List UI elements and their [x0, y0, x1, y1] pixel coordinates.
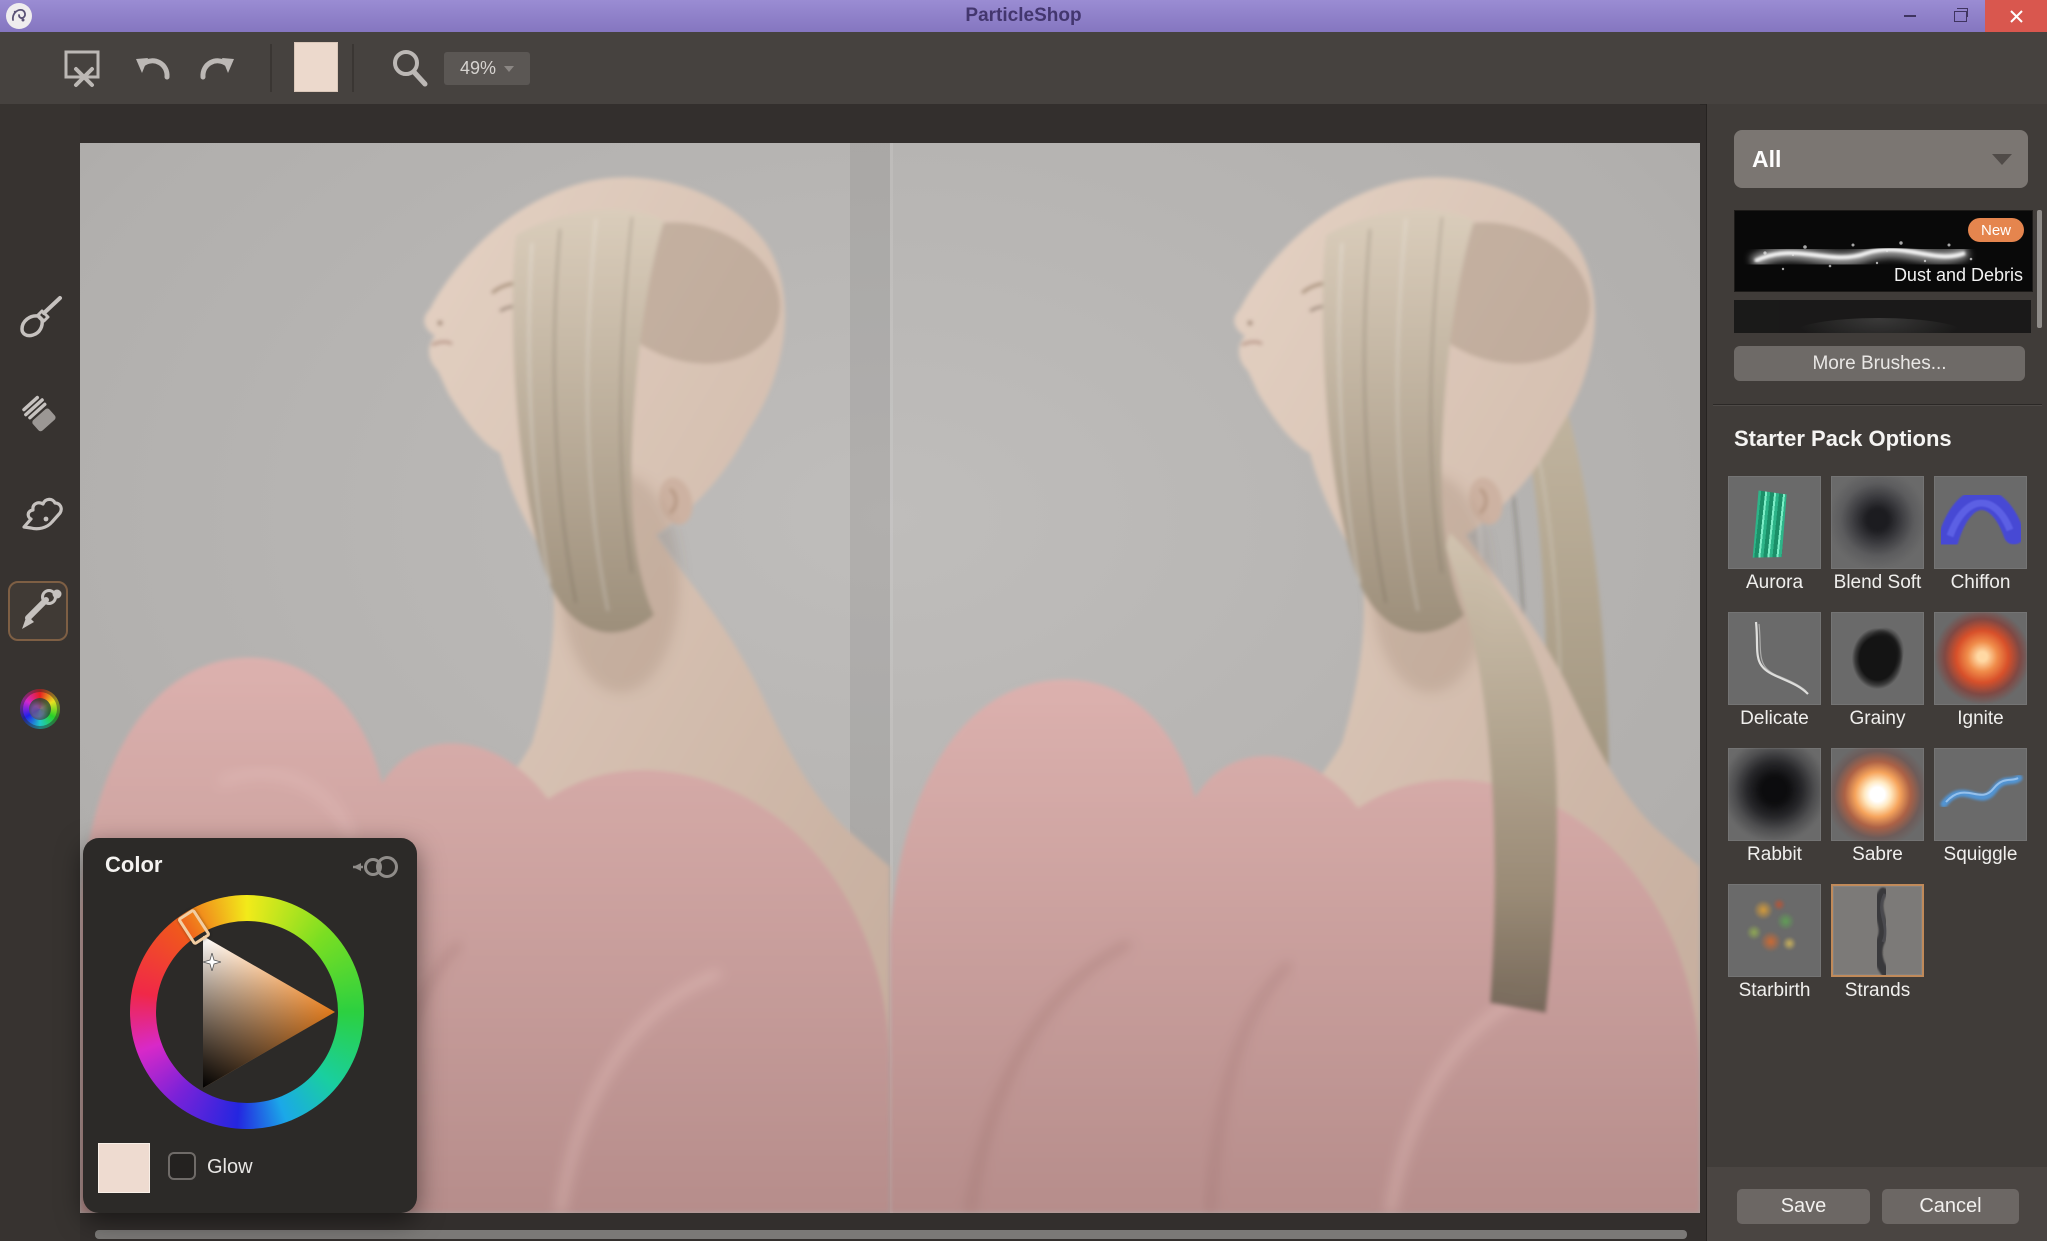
horizontal-scrollbar[interactable]	[95, 1230, 1687, 1239]
close-icon	[2010, 10, 2023, 23]
tool-rail: ?	[0, 104, 80, 1241]
toolbar-separator	[352, 44, 354, 92]
redo-button[interactable]	[196, 46, 240, 90]
brush-label: Squiggle	[1929, 844, 2032, 866]
save-button[interactable]: Save	[1737, 1189, 1870, 1224]
deselect-crop-button[interactable]	[62, 46, 106, 90]
more-brushes-label: More Brushes...	[1812, 353, 1946, 375]
toolbar-separator	[270, 44, 272, 92]
delicate-art	[1728, 612, 1821, 705]
zoom-level-select[interactable]: 49%	[444, 52, 530, 85]
glow-label: Glow	[207, 1156, 253, 1179]
brush-tile-sabre[interactable]	[1831, 748, 1924, 841]
brush-tile-grainy[interactable]	[1831, 612, 1924, 705]
eyedropper-tool-button[interactable]	[14, 585, 66, 637]
panel-action-bar: Save Cancel	[1707, 1167, 2047, 1241]
cancel-label: Cancel	[1919, 1195, 1981, 1218]
starter-pack-title: Starter Pack Options	[1734, 426, 1952, 452]
hue-ring[interactable]	[130, 895, 364, 1129]
featured-brush-name: Dust and Debris	[1894, 265, 2023, 286]
minimize-icon	[1904, 15, 1916, 17]
grainy-art	[1831, 612, 1924, 705]
brush-tile-squiggle[interactable]	[1934, 748, 2027, 841]
color-wheel-tool-button[interactable]	[20, 689, 60, 729]
blend-soft-art	[1831, 476, 1924, 569]
brush-tile-starbirth[interactable]	[1728, 884, 1821, 977]
particleshop-window: ParticleShop 49%	[0, 0, 2047, 1241]
brush-panel: All New Dust and Debris	[1706, 104, 2047, 1241]
brush-list-scrollbar[interactable]	[2037, 210, 2042, 328]
squiggle-art	[1934, 748, 2027, 841]
brush-label: Strands	[1826, 980, 1929, 1002]
brush-label: Delicate	[1723, 708, 1826, 730]
brush-filter-dropdown[interactable]: All	[1734, 130, 2028, 188]
color-cursor[interactable]	[203, 953, 221, 971]
rabbit-art	[1728, 748, 1821, 841]
main-toolbar: 49%	[0, 32, 2047, 105]
new-badge: New	[1968, 218, 2024, 242]
minimize-button[interactable]	[1885, 0, 1935, 32]
brush-label: Grainy	[1826, 708, 1929, 730]
brush-tile-chiffon[interactable]	[1934, 476, 2027, 569]
brush-tool-button[interactable]	[14, 291, 66, 343]
zoom-level-value: 49%	[460, 58, 496, 79]
undo-button[interactable]	[130, 46, 174, 90]
brush-tile-ignite[interactable]	[1934, 612, 2027, 705]
selected-color-swatch[interactable]	[98, 1143, 150, 1193]
zoom-magnifier-icon[interactable]	[388, 46, 432, 90]
color-panel: Color	[83, 838, 417, 1213]
brush-label: Aurora	[1723, 572, 1826, 594]
brush-tile-delicate[interactable]	[1728, 612, 1821, 705]
brush-label: Starbirth	[1723, 980, 1826, 1002]
partial-brush-art	[1794, 318, 1964, 333]
ignite-art	[1934, 612, 2027, 705]
brush-tile-blend-soft[interactable]	[1831, 476, 1924, 569]
window-title: ParticleShop	[0, 5, 2047, 27]
brush-tile-strands-selected[interactable]	[1831, 884, 1924, 977]
chevron-down-icon	[1992, 154, 2012, 165]
sabre-art	[1831, 748, 1924, 841]
saturation-value-triangle[interactable]	[130, 895, 364, 1129]
chiffon-art	[1934, 476, 2027, 569]
close-button[interactable]	[1985, 0, 2047, 32]
chevron-down-icon	[504, 66, 514, 72]
save-label: Save	[1781, 1195, 1827, 1218]
brush-label: Sabre	[1826, 844, 1929, 866]
eraser-tool-button[interactable]	[14, 388, 66, 440]
brush-label: Rabbit	[1723, 844, 1826, 866]
brush-tile-aurora[interactable]	[1728, 476, 1821, 569]
color-panel-title: Color	[105, 852, 162, 878]
strands-art	[1833, 886, 1922, 975]
brush-tile-dust-and-debris[interactable]: New Dust and Debris	[1734, 210, 2033, 292]
smudge-tool-button[interactable]	[14, 487, 66, 539]
brush-tile-rabbit[interactable]	[1728, 748, 1821, 841]
brush-filter-value: All	[1752, 146, 1781, 173]
current-color-swatch[interactable]	[294, 42, 338, 92]
pin-icon[interactable]	[351, 854, 399, 880]
restore-icon	[1954, 11, 1967, 22]
titlebar[interactable]: ParticleShop	[0, 0, 2047, 32]
starbirth-art	[1728, 884, 1821, 977]
restore-button[interactable]	[1935, 0, 1985, 32]
brush-label: Ignite	[1929, 708, 2032, 730]
panel-divider	[1713, 404, 2042, 406]
aurora-art	[1738, 483, 1809, 561]
glow-checkbox[interactable]	[168, 1152, 196, 1180]
brush-tile-partial[interactable]	[1734, 300, 2031, 333]
brush-label: Blend Soft	[1826, 572, 1929, 594]
more-brushes-button[interactable]: More Brushes...	[1734, 346, 2025, 381]
brush-label: Chiffon	[1929, 572, 2032, 594]
cancel-button[interactable]: Cancel	[1882, 1189, 2019, 1224]
